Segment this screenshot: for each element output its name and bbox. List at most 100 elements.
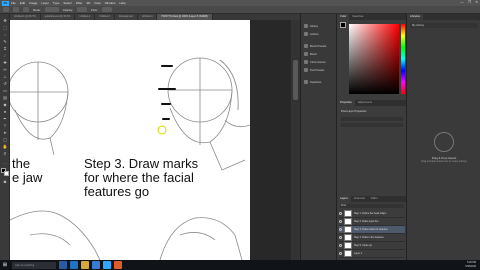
- pen-tool-icon[interactable]: ✒: [2, 116, 8, 121]
- gradient-tool-icon[interactable]: ▤: [2, 95, 8, 100]
- layer-row-selected[interactable]: Step 3. Draw marks for features: [339, 226, 405, 234]
- layer-row[interactable]: Step 5. Clean up: [339, 242, 405, 250]
- history-panel-button[interactable]: History: [304, 22, 336, 30]
- document-canvas[interactable]: the e jaw Step 3. Draw marks for where t…: [10, 20, 250, 260]
- clone-source-icon: [304, 60, 308, 64]
- edge-browser-icon[interactable]: [70, 261, 78, 269]
- tab-adjustments[interactable]: Adjustments: [355, 100, 375, 106]
- visibility-eye-icon[interactable]: [339, 252, 342, 255]
- menu-view[interactable]: View: [94, 1, 100, 5]
- properties-x-y-fields[interactable]: [341, 123, 403, 127]
- healing-tool-icon[interactable]: ✚: [2, 60, 8, 65]
- hue-slider[interactable]: [401, 24, 405, 94]
- layer-name: Step 3. Draw marks for features: [354, 228, 388, 231]
- history-icon: [304, 24, 308, 28]
- hand-tool-icon[interactable]: ✋: [2, 144, 8, 149]
- blur-tool-icon[interactable]: ◆: [2, 102, 8, 107]
- background-color-swatch[interactable]: [4, 171, 9, 176]
- recorder-app-icon[interactable]: [114, 261, 122, 269]
- mode-select[interactable]: [44, 7, 59, 12]
- visibility-eye-icon[interactable]: [339, 236, 342, 239]
- path-select-tool-icon[interactable]: ➤: [2, 130, 8, 135]
- lasso-tool-icon[interactable]: ◌: [2, 32, 8, 37]
- tool-presets-panel-button[interactable]: Tool Presets: [304, 66, 336, 74]
- menu-3d[interactable]: 3D: [86, 1, 90, 5]
- tab-layers[interactable]: Layers: [337, 196, 351, 202]
- eraser-tool-icon[interactable]: ▭: [2, 88, 8, 93]
- swatches-panel-button[interactable]: Swatches: [304, 78, 336, 86]
- tab-color[interactable]: Color: [337, 14, 350, 20]
- history-brush-tool-icon[interactable]: ↺: [2, 81, 8, 86]
- taskbar-clock[interactable]: 5:20 PM 5/16/2016: [465, 261, 476, 268]
- layer-row[interactable]: Step 1. Define the head shape: [339, 210, 405, 218]
- photoshop-taskbar-icon[interactable]: [103, 261, 111, 269]
- marquee-tool-icon[interactable]: ⬚: [2, 25, 8, 30]
- library-select[interactable]: My Library: [410, 23, 478, 28]
- more-tools-icon[interactable]: …: [2, 160, 8, 165]
- menu-help[interactable]: Help: [119, 1, 125, 5]
- brush-panel-button[interactable]: Brush: [304, 50, 336, 58]
- libraries-empty-text: Drag and drop assets here to create a li…: [421, 161, 467, 163]
- task-view-icon[interactable]: [59, 261, 67, 269]
- tab-channels[interactable]: Channels: [351, 196, 368, 202]
- zoom-tool-icon[interactable]: ⚲: [2, 151, 8, 156]
- menu-type[interactable]: Type: [53, 1, 60, 5]
- visibility-eye-icon[interactable]: [339, 212, 342, 215]
- visibility-eye-icon[interactable]: [339, 220, 342, 223]
- layer-row[interactable]: Step 2. Draw a jaw line: [339, 218, 405, 226]
- windows-start-icon[interactable]: ⊞: [0, 260, 10, 270]
- clone-source-label: Clone Source: [310, 60, 326, 64]
- layer-row[interactable]: Step 4. Draw in the features: [339, 234, 405, 242]
- scrollbar-thumb[interactable]: [293, 60, 298, 100]
- clock-date: 5/16/2016: [465, 264, 476, 268]
- visibility-eye-icon[interactable]: [339, 228, 342, 231]
- tab-properties[interactable]: Properties: [337, 100, 355, 106]
- clock-time: 5:20 PM: [467, 261, 476, 264]
- flow-field[interactable]: [101, 7, 112, 12]
- fg-color-chip[interactable]: [340, 22, 346, 28]
- menu-window[interactable]: Window: [105, 1, 116, 5]
- menu-layer[interactable]: Layer: [41, 1, 49, 5]
- move-tool-icon[interactable]: ✥: [2, 18, 8, 23]
- store-icon[interactable]: [92, 261, 100, 269]
- brush-tool-icon[interactable]: ✏: [2, 67, 8, 72]
- clone-stamp-tool-icon[interactable]: ⊥: [2, 74, 8, 79]
- color-field[interactable]: [349, 24, 399, 94]
- canvas-scrollbar[interactable]: [291, 20, 300, 260]
- layer-filter-kind[interactable]: Kind: [340, 204, 404, 208]
- menu-image[interactable]: Image: [29, 1, 37, 5]
- brush-panel-toggle[interactable]: [23, 7, 29, 12]
- restore-button[interactable]: ❐: [468, 0, 471, 4]
- canvas-text-left-2: e jaw: [12, 170, 43, 185]
- clone-source-panel-button[interactable]: Clone Source: [304, 58, 336, 66]
- taskbar-search-field[interactable]: Ask me anything: [12, 261, 56, 269]
- opacity-field[interactable]: [77, 7, 88, 12]
- brush-preset-picker[interactable]: [13, 7, 19, 12]
- windows-taskbar: ⊞ Ask me anything 5:20 PM 5/16/2016: [0, 260, 480, 270]
- menu-filter[interactable]: Filter: [76, 1, 83, 5]
- menu-file[interactable]: File: [11, 1, 16, 5]
- minimize-button[interactable]: —: [460, 0, 464, 4]
- visibility-eye-icon[interactable]: [339, 244, 342, 247]
- layer-row[interactable]: Layer 1: [339, 250, 405, 258]
- actions-icon: [304, 32, 308, 36]
- dodge-tool-icon[interactable]: ●: [2, 109, 8, 114]
- shape-tool-icon[interactable]: ▢: [2, 137, 8, 142]
- properties-w-h-fields[interactable]: [341, 117, 403, 121]
- eyedropper-tool-icon[interactable]: ⁄: [2, 53, 8, 58]
- tab-swatches[interactable]: Swatches: [349, 14, 366, 20]
- file-explorer-icon[interactable]: [81, 261, 89, 269]
- crop-tool-icon[interactable]: ⌗: [2, 46, 8, 51]
- actions-panel-button[interactable]: Actions: [304, 30, 336, 38]
- step-text-line-2: for where the facial: [84, 170, 194, 185]
- quick-mask-icon[interactable]: ◙: [2, 179, 8, 184]
- tab-libraries[interactable]: Libraries: [407, 14, 423, 20]
- type-tool-icon[interactable]: T: [2, 123, 8, 128]
- menu-edit[interactable]: Edit: [20, 1, 25, 5]
- menu-select[interactable]: Select: [63, 1, 71, 5]
- close-button[interactable]: ✕: [475, 0, 478, 4]
- tool-preset-picker[interactable]: [3, 7, 9, 12]
- brush-presets-panel-button[interactable]: Brush Presets: [304, 42, 336, 50]
- tab-paths[interactable]: Paths: [368, 196, 381, 202]
- quick-select-tool-icon[interactable]: ✎: [2, 39, 8, 44]
